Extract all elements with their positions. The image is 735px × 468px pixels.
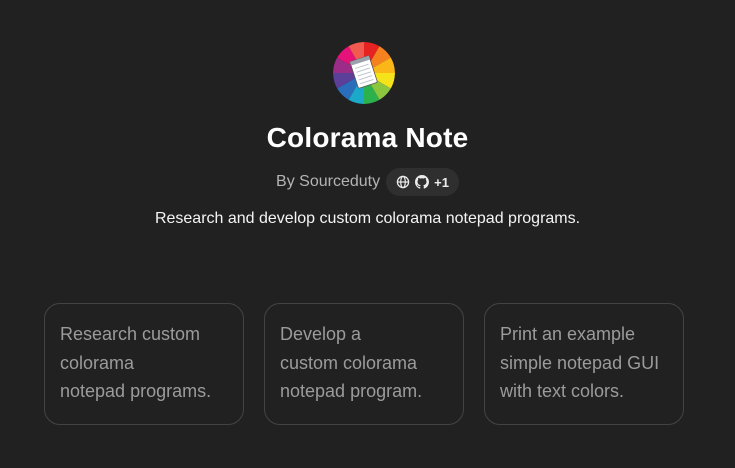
starter-card[interactable]: Research custom colorama notepad program… bbox=[44, 303, 244, 425]
starter-card[interactable]: Print an example simple notepad GUI with… bbox=[484, 303, 684, 425]
github-icon[interactable] bbox=[415, 175, 430, 189]
author-text[interactable]: By Sourceduty bbox=[276, 173, 380, 191]
starter-card[interactable]: Develop a custom colorama notepad progra… bbox=[264, 303, 464, 425]
gpt-logo-icon bbox=[333, 42, 395, 104]
byline: By Sourceduty +1 bbox=[0, 168, 735, 196]
gpt-title: Colorama Note bbox=[266, 122, 469, 153]
conversation-starters: Research custom colorama notepad program… bbox=[44, 303, 684, 425]
globe-icon[interactable] bbox=[396, 175, 410, 189]
links-badge[interactable]: +1 bbox=[386, 168, 459, 196]
gpt-description: Research and develop custom colorama not… bbox=[154, 210, 581, 227]
extra-links-count: +1 bbox=[434, 174, 449, 190]
gpt-landing: Colorama Note By Sourceduty +1 Research … bbox=[0, 0, 735, 468]
